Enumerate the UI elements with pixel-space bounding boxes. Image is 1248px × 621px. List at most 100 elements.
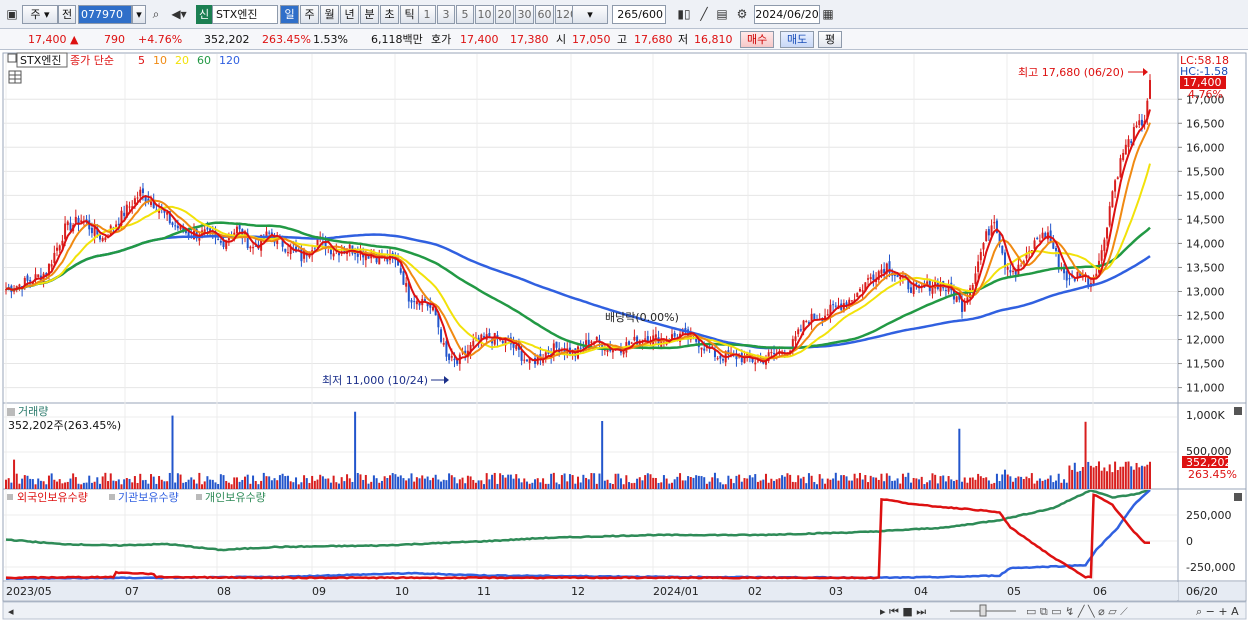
- candle-body: [136, 197, 139, 199]
- candle-icon[interactable]: ▮▯: [676, 5, 692, 23]
- volume-bar: [1132, 469, 1135, 489]
- toolbar-tools-icon[interactable]: ▭ ⧉ ▭ ↯ ╱ ╲ ⌀ ▱ ⟋: [1026, 604, 1128, 618]
- interval-button-4[interactable]: 20: [495, 5, 514, 24]
- volume-bar: [644, 475, 647, 489]
- candle-body: [440, 329, 443, 342]
- volume-menu-icon[interactable]: [7, 408, 15, 416]
- stock-chart[interactable]: 17,00016,50016,00015,50015,00014,50014,0…: [0, 50, 1248, 621]
- volume-bar: [316, 479, 319, 489]
- nav-controls-icon[interactable]: ▸ ⏮ ■ ⏭: [880, 605, 926, 618]
- interval-button-1[interactable]: 3: [437, 5, 455, 24]
- volume-bar: [1052, 482, 1055, 489]
- date-input[interactable]: 2024/06/20: [754, 5, 820, 24]
- stock-code-input[interactable]: 077970: [78, 5, 132, 24]
- interval-button-3[interactable]: 10: [475, 5, 494, 24]
- candle-body: [1108, 206, 1111, 226]
- holding-menu-icon[interactable]: [7, 494, 13, 500]
- candle-body: [1122, 153, 1125, 160]
- calendar-icon[interactable]: ▦: [820, 5, 836, 23]
- volume-bar: [491, 474, 494, 489]
- volume-bar: [225, 481, 228, 489]
- volume-bar: [415, 477, 418, 489]
- eval-button[interactable]: 평: [818, 31, 843, 48]
- zoom-buttons-icon[interactable]: ⌕ − + A: [1196, 605, 1239, 618]
- turnover: 1.53%: [313, 33, 348, 46]
- candle-body: [630, 342, 633, 344]
- zoom-slider-handle[interactable]: [979, 604, 987, 617]
- volume-bar: [867, 482, 870, 489]
- interval-button-2[interactable]: 5: [456, 5, 474, 24]
- candle-body: [219, 240, 222, 243]
- volume-bar: [845, 476, 848, 489]
- period-button-0[interactable]: 일: [280, 5, 299, 24]
- candle-body: [227, 237, 230, 240]
- scroll-left-icon[interactable]: ◂: [8, 605, 14, 618]
- candle-body: [1041, 232, 1044, 239]
- period-button-6[interactable]: 틱: [400, 5, 419, 24]
- volume-bar: [152, 476, 155, 489]
- code-dropdown-icon[interactable]: ▾: [132, 5, 146, 24]
- volume-bar: [746, 478, 749, 489]
- period-button-1[interactable]: 주: [300, 5, 319, 24]
- candle-body: [402, 271, 405, 285]
- x-label-7: 2024/01: [653, 585, 699, 598]
- change-pct: +4.76%: [138, 33, 183, 46]
- volume-bar: [670, 482, 673, 489]
- price-tick-9: 12,500: [1186, 310, 1225, 323]
- period-button-5[interactable]: 초: [380, 5, 399, 24]
- volume-bar: [1009, 476, 1012, 489]
- holding-close-icon[interactable]: [1234, 493, 1242, 501]
- interval-button-5[interactable]: 30: [515, 5, 534, 24]
- volume-bar: [1122, 466, 1125, 489]
- volume-bar: [5, 479, 7, 489]
- candle-body: [622, 351, 625, 355]
- volume-bar: [88, 475, 91, 489]
- period-button-3[interactable]: 년: [340, 5, 359, 24]
- search-icon[interactable]: ⌕: [148, 5, 164, 23]
- save-icon[interactable]: ▤: [714, 5, 730, 23]
- candle-body: [867, 278, 870, 280]
- volume-bar: [619, 478, 622, 489]
- volume-bar: [246, 474, 249, 489]
- candle-body: [1124, 144, 1127, 155]
- gear-icon[interactable]: ⚙: [734, 5, 750, 23]
- draw-line-icon[interactable]: ╱: [696, 5, 712, 23]
- volume-bar: [560, 475, 563, 489]
- volume-bar: [536, 478, 539, 489]
- volume-bar: [786, 473, 789, 489]
- candle-body: [1106, 227, 1109, 239]
- candle-body: [985, 231, 988, 242]
- high-label: 고: [617, 33, 628, 46]
- interval-button-0[interactable]: 1: [418, 5, 436, 24]
- volume-bar: [399, 475, 402, 489]
- candle-body: [909, 287, 912, 293]
- market-select[interactable]: 주 ▾: [22, 5, 58, 24]
- volume-close-icon[interactable]: [1234, 407, 1242, 415]
- volume-bar: [58, 479, 61, 489]
- volume-bar: [542, 478, 545, 489]
- sound-icon[interactable]: ◀▾: [166, 5, 192, 23]
- volume-bar: [268, 476, 271, 489]
- volume-bar: [1138, 467, 1141, 489]
- stock-name[interactable]: STX엔진: [212, 5, 278, 24]
- candle-body: [1006, 267, 1009, 270]
- volume-bar: [528, 483, 531, 489]
- volume-bar: [829, 479, 832, 489]
- period-button-2[interactable]: 월: [320, 5, 339, 24]
- buy-button[interactable]: 매수: [740, 31, 775, 48]
- volume-bar: [842, 475, 845, 489]
- dividend-annotation: 배당락(0.00%): [605, 311, 679, 324]
- sell-button[interactable]: 매도: [780, 31, 815, 48]
- volume-bar: [1001, 474, 1004, 489]
- interval-dropdown[interactable]: ▾: [572, 5, 608, 24]
- candle-body: [872, 274, 875, 281]
- interval-button-6[interactable]: 60: [535, 5, 554, 24]
- prev-button[interactable]: 전: [58, 5, 76, 24]
- volume-bar: [195, 483, 198, 489]
- candle-body: [176, 225, 179, 229]
- candle-body: [1009, 270, 1012, 273]
- count-input[interactable]: 265/600: [612, 5, 666, 24]
- period-button-4[interactable]: 분: [360, 5, 379, 24]
- layout-icon[interactable]: ▣: [4, 5, 20, 23]
- volume-bar: [168, 472, 171, 489]
